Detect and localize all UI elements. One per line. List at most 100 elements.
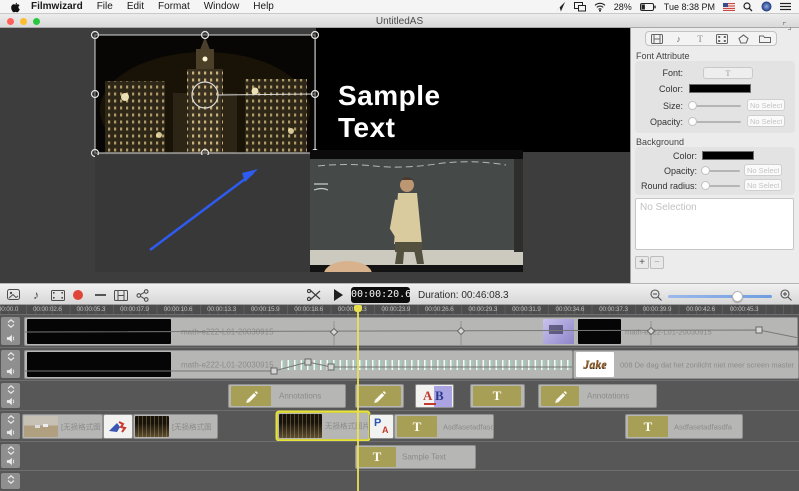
menu-item[interactable]: Help <box>253 1 274 12</box>
shape-tab-icon[interactable] <box>734 32 752 45</box>
menu-item[interactable]: File <box>97 1 113 12</box>
library-tab-icon[interactable] <box>756 32 774 45</box>
clip-text-3[interactable]: T Asdfasetadfasdfa <box>625 414 743 439</box>
clip-label: Sample Text <box>402 453 446 462</box>
ruler-tick: 00:00:29.3 <box>461 306 505 313</box>
menu-item[interactable]: Format <box>158 1 190 12</box>
expand-icon <box>6 385 16 394</box>
text-badge: T <box>628 416 668 437</box>
notification-center-icon[interactable] <box>780 2 791 11</box>
remove-button[interactable]: − <box>650 256 664 269</box>
font-opacity-slider[interactable] <box>689 121 741 123</box>
title-bar[interactable]: UntitledAS <box>0 14 799 28</box>
playhead[interactable] <box>357 305 359 491</box>
transport-bar: ♪ 00:00:20.6 Duration: 00:46:08.3 <box>0 283 799 305</box>
ruler-tick: 00:00:23.9 <box>374 306 418 313</box>
clip-jake[interactable]: Jake 008 De dag dat het zonlicht niet me… <box>573 350 799 379</box>
menu-item[interactable]: Filmwizard <box>31 1 83 12</box>
clock[interactable]: Tue 8:38 PM <box>664 2 715 12</box>
clip-annotation-1[interactable]: Annotations <box>228 384 346 408</box>
track6-header[interactable] <box>1 473 20 489</box>
preview-sample-text[interactable]: Sample Text <box>338 80 498 144</box>
split-icon[interactable] <box>306 287 322 303</box>
bg-opacity-slider[interactable] <box>702 170 740 172</box>
clip-thumbnail <box>578 319 621 344</box>
track2-header[interactable] <box>1 350 20 378</box>
add-video-icon[interactable] <box>50 287 66 303</box>
apple-menu-icon[interactable] <box>10 1 21 13</box>
clip-annotation-2[interactable] <box>355 384 404 408</box>
share-icon[interactable] <box>134 287 150 303</box>
clip-text-2[interactable]: T Asdfasetadfasd <box>394 414 494 439</box>
track1-header[interactable] <box>1 317 20 345</box>
displays-icon[interactable] <box>574 2 586 12</box>
clip-pa-graphic[interactable]: P A <box>369 414 394 439</box>
clip-sample-text[interactable]: T Sample Text <box>355 445 476 469</box>
track5-header[interactable] <box>1 444 20 468</box>
input-flag-icon[interactable] <box>723 3 735 11</box>
add-audio-icon[interactable]: ♪ <box>28 287 44 303</box>
bg-color-swatch[interactable] <box>702 151 754 160</box>
clip-image-1[interactable]: [无损格式图 <box>22 414 103 439</box>
clip-image-selected[interactable]: 无损格式图片 <box>277 412 369 440</box>
clip-video1[interactable]: math-e222-L01-20030915 math-e222-L01-200… <box>24 317 798 346</box>
expand-icon <box>6 415 16 424</box>
audio-tab-icon[interactable]: ♪ <box>669 32 687 45</box>
clip-tab-icon[interactable] <box>713 32 731 45</box>
expand-icon <box>6 319 16 328</box>
bg-round-input[interactable] <box>744 179 782 191</box>
clip-image-2[interactable]: [无损格式图 <box>133 414 218 439</box>
play-button[interactable] <box>330 287 346 303</box>
zoom-slider-thumb[interactable] <box>732 291 743 302</box>
wifi-icon[interactable] <box>594 2 606 12</box>
film-icon[interactable] <box>113 287 129 303</box>
clip-thumbnail-night <box>279 414 322 438</box>
preview-canvas[interactable]: Sample Text <box>0 28 630 283</box>
ruler-tick: 00:00:34.6 <box>548 306 592 313</box>
track-video-1: math-e222-L01-20030915 math-e222-L01-200… <box>0 314 799 347</box>
text-tool-glyph: T <box>373 449 382 465</box>
font-color-swatch[interactable] <box>689 84 751 93</box>
menu-item[interactable]: Edit <box>127 1 144 12</box>
video-layer-building[interactable] <box>95 35 315 153</box>
video-layer-lecture[interactable] <box>310 150 523 272</box>
speaker-icon <box>6 367 15 376</box>
location-icon[interactable] <box>555 1 566 12</box>
text-badge: T <box>473 386 521 406</box>
bg-round-slider[interactable] <box>702 185 740 187</box>
clip-video2[interactable]: math-e222-L01-20030915 <box>24 350 573 379</box>
track3-header[interactable] <box>1 383 20 408</box>
trim-tool-icon[interactable] <box>92 287 108 303</box>
font-picker[interactable]: T <box>703 67 753 79</box>
timeline-zoom-slider[interactable] <box>668 295 772 298</box>
menu-item[interactable]: Window <box>204 1 240 12</box>
font-label: Font: <box>635 68 683 78</box>
zoom-in-icon[interactable] <box>778 287 794 303</box>
clip-text-1[interactable]: T <box>470 384 525 408</box>
add-button[interactable]: + <box>635 256 649 269</box>
siri-icon[interactable] <box>761 1 772 12</box>
time-ruler[interactable]: 00:00:00.000:00:02.600:00:05.300:00:07.9… <box>0 305 799 314</box>
track4-header[interactable] <box>1 413 20 439</box>
add-image-icon[interactable] <box>6 287 22 303</box>
clip-graphic-1[interactable] <box>103 414 133 439</box>
fullscreen-icon[interactable] <box>783 17 791 35</box>
spotlight-icon[interactable] <box>743 2 753 12</box>
font-opacity-input[interactable] <box>747 115 785 127</box>
bg-opacity-input[interactable] <box>744 164 782 176</box>
clip-annotation-3[interactable]: Annotations <box>538 384 657 408</box>
record-button[interactable] <box>70 287 86 303</box>
annotation-layer[interactable] <box>95 155 316 272</box>
notes-field[interactable] <box>635 198 794 250</box>
ruler-tick: 00:00:39.9 <box>635 306 679 313</box>
ruler-tick: 00:00:07.9 <box>113 306 157 313</box>
font-size-input[interactable] <box>747 99 785 111</box>
ruler-tick: 00:00:26.6 <box>417 306 461 313</box>
video-tab-icon[interactable] <box>648 32 666 45</box>
clip-ab-subtitle[interactable]: A B <box>415 384 454 408</box>
zoom-out-icon[interactable] <box>648 287 664 303</box>
font-size-slider[interactable] <box>689 105 741 107</box>
text-tab-icon[interactable]: T <box>691 32 709 45</box>
font-opacity-label: Opacity: <box>635 117 683 127</box>
ruler-tick: 00:00:13.3 <box>200 306 244 313</box>
